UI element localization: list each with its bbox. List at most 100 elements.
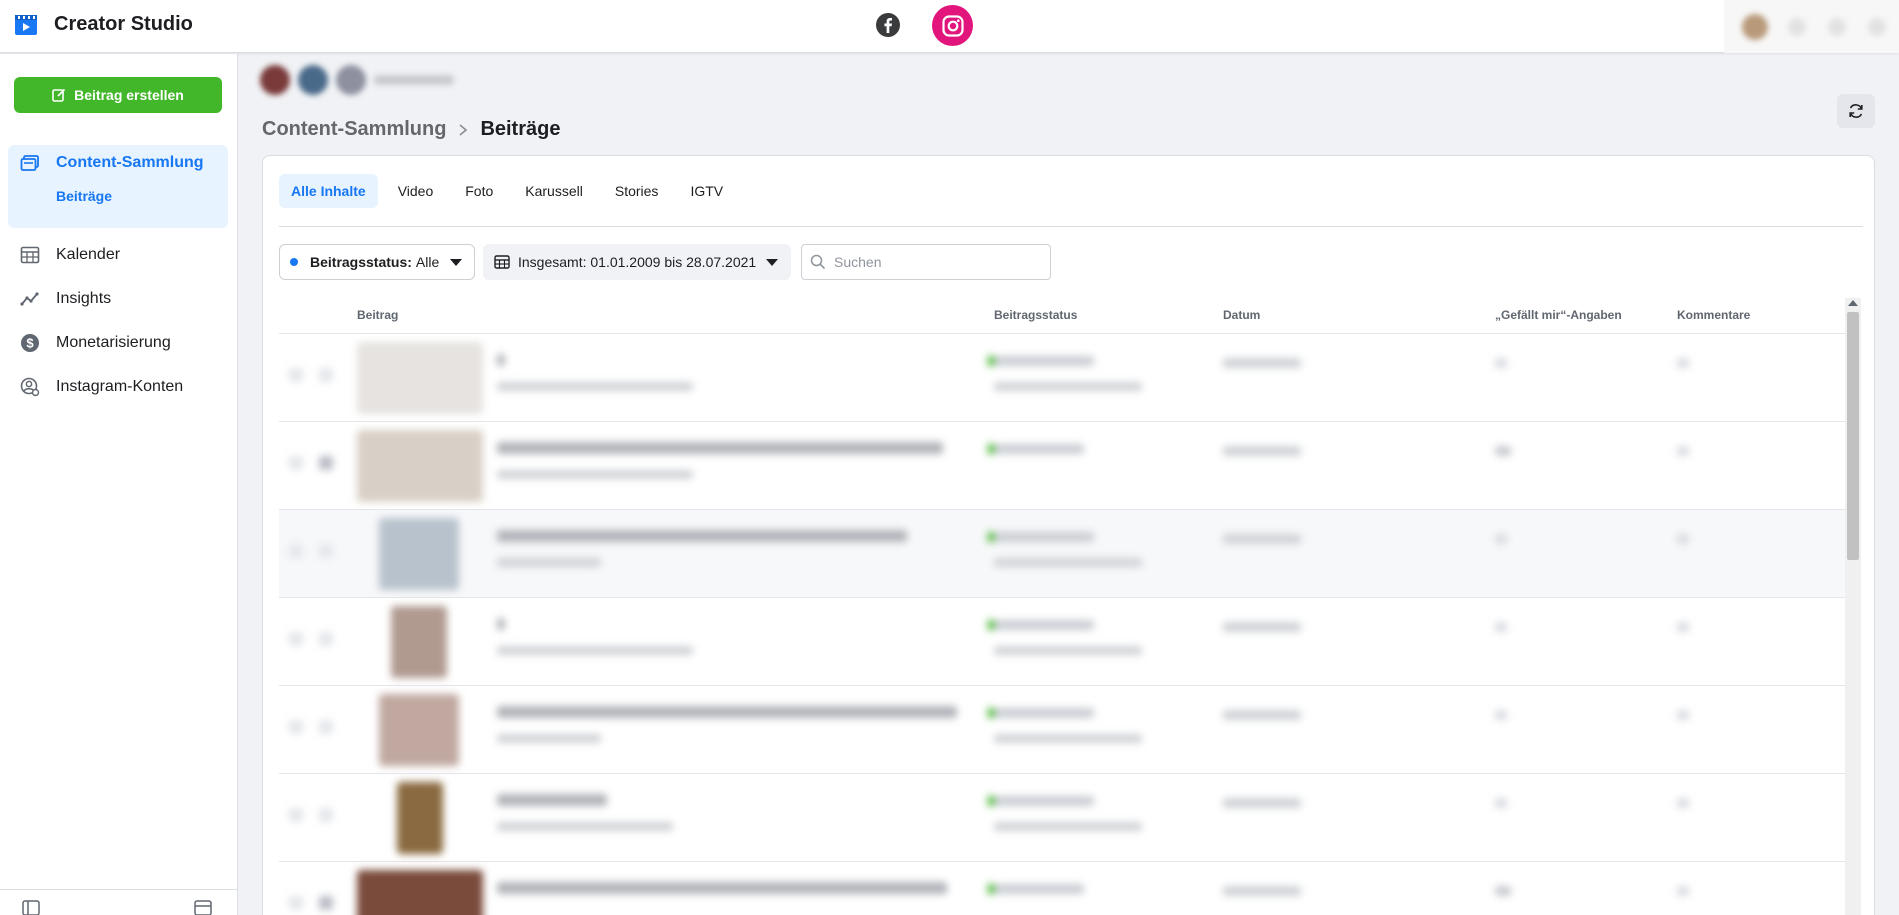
search-field[interactable]: [801, 244, 1051, 280]
row-icon: [319, 720, 333, 734]
scroll-thumb[interactable]: [1847, 312, 1859, 560]
date-placeholder: [1223, 710, 1301, 720]
facebook-icon[interactable]: [875, 12, 901, 38]
sidebar-subitem-posts[interactable]: Beiträge: [56, 188, 112, 204]
tab-stories[interactable]: Stories: [603, 174, 671, 208]
post-caption-placeholder: [497, 618, 505, 630]
status-placeholder: [988, 532, 1094, 542]
top-right-controls: [1724, 0, 1899, 53]
post-status-dropdown[interactable]: Beitragsstatus: Alle: [279, 244, 475, 280]
status-placeholder: [988, 620, 1094, 630]
sidebar-item-insights[interactable]: Insights: [20, 289, 111, 309]
likes-placeholder: [1495, 798, 1507, 808]
sidebar-item-monetization[interactable]: $ Monetarisierung: [20, 333, 171, 353]
account-avatar: [298, 65, 328, 95]
sidebar-item-content-library[interactable]: Content-Sammlung: [20, 153, 204, 173]
collapse-sidebar-icon[interactable]: [22, 900, 40, 915]
sidebar-item-label: Kalender: [56, 246, 121, 263]
status-detail-placeholder: [994, 558, 1142, 567]
tab-igtv[interactable]: IGTV: [678, 174, 735, 208]
column-header-status[interactable]: Beitragsstatus: [994, 308, 1077, 322]
post-thumbnail: [357, 870, 483, 915]
instagram-glyph-icon: [941, 14, 964, 37]
account-settings-icon: [20, 377, 40, 397]
comments-placeholder: [1677, 534, 1689, 544]
row-checkbox[interactable]: [289, 808, 303, 822]
page-title: Beiträge: [480, 118, 561, 140]
post-caption-placeholder: [497, 706, 957, 718]
scroll-up-arrow-icon[interactable]: [1848, 300, 1858, 306]
post-caption-placeholder: [497, 530, 907, 542]
account-selector[interactable]: [260, 64, 454, 96]
divider: [279, 226, 1863, 227]
instagram-icon[interactable]: [932, 5, 973, 46]
row-checkbox[interactable]: [289, 720, 303, 734]
table-row[interactable]: [279, 510, 1849, 598]
date-placeholder: [1223, 622, 1301, 632]
help-icon[interactable]: [1828, 18, 1846, 36]
notifications-icon[interactable]: [1788, 18, 1806, 36]
status-filter-value: Alle: [415, 254, 440, 270]
sidebar-item-label: Instagram-Konten: [56, 378, 184, 395]
layout-icon[interactable]: [194, 900, 212, 915]
likes-placeholder: [1495, 358, 1507, 368]
avatar[interactable]: [1742, 14, 1768, 40]
content-library-icon: [20, 155, 39, 171]
sidebar-item-label: Content-Sammlung: [56, 154, 204, 171]
row-icon: [319, 632, 333, 646]
tab-all-content[interactable]: Alle Inhalte: [279, 174, 378, 208]
post-caption-placeholder: [497, 354, 505, 366]
tab-video[interactable]: Video: [386, 174, 446, 208]
table-row[interactable]: [279, 862, 1849, 915]
search-icon: [810, 254, 826, 270]
content-panel: Alle Inhalte Video Foto Karussell Storie…: [262, 155, 1875, 915]
status-detail-placeholder: [994, 822, 1142, 831]
dollar-icon: $: [21, 334, 39, 352]
brand[interactable]: Creator Studio: [14, 12, 193, 36]
table-row[interactable]: [279, 686, 1849, 774]
column-header-post[interactable]: Beitrag: [357, 308, 398, 322]
date-placeholder: [1223, 886, 1301, 896]
row-checkbox[interactable]: [289, 896, 303, 910]
table-row[interactable]: [279, 598, 1849, 686]
post-thumbnail: [391, 606, 447, 678]
menu-icon[interactable]: [1868, 18, 1886, 36]
status-placeholder: [988, 708, 1094, 718]
account-name: [374, 75, 454, 85]
create-post-button[interactable]: Beitrag erstellen: [14, 77, 222, 113]
post-meta-placeholder: [497, 646, 693, 655]
tab-photo[interactable]: Foto: [453, 174, 505, 208]
column-header-likes[interactable]: „Gefällt mir“-Angaben: [1495, 308, 1622, 322]
sidebar-item-label: Monetarisierung: [56, 334, 171, 351]
row-checkbox[interactable]: [289, 456, 303, 470]
table-header: Beitrag Beitragsstatus Datum „Gefällt mi…: [279, 292, 1849, 334]
date-range-dropdown[interactable]: Insgesamt: 01.01.2009 bis 28.07.2021: [483, 244, 791, 280]
breadcrumb: Content-Sammlung Beiträge: [262, 118, 560, 141]
table-row[interactable]: [279, 422, 1849, 510]
sidebar-item-instagram-accounts[interactable]: Instagram-Konten: [20, 377, 183, 397]
table-row[interactable]: [279, 334, 1849, 422]
refresh-button[interactable]: [1837, 94, 1875, 128]
post-caption-placeholder: [497, 882, 947, 894]
table-row[interactable]: [279, 774, 1849, 862]
comments-placeholder: [1677, 622, 1689, 632]
tab-carousel[interactable]: Karussell: [513, 174, 595, 208]
date-placeholder: [1223, 358, 1301, 368]
row-icon: [319, 896, 333, 910]
sidebar-item-calendar[interactable]: Kalender: [20, 245, 120, 265]
table-scrollbar[interactable]: [1845, 298, 1861, 915]
row-icon: [319, 368, 333, 382]
account-avatar: [336, 65, 366, 95]
status-placeholder: [988, 356, 1094, 366]
status-detail-placeholder: [994, 382, 1142, 391]
column-header-date[interactable]: Datum: [1223, 308, 1260, 322]
column-header-comments[interactable]: Kommentare: [1677, 308, 1750, 322]
status-placeholder: [988, 796, 1094, 806]
breadcrumb-parent[interactable]: Content-Sammlung: [262, 118, 446, 141]
row-checkbox[interactable]: [289, 544, 303, 558]
row-checkbox[interactable]: [289, 632, 303, 646]
sidebar: Beitrag erstellen Content-Sammlung Beitr…: [0, 54, 238, 915]
row-checkbox[interactable]: [289, 368, 303, 382]
row-icon: [319, 456, 333, 470]
search-input[interactable]: [834, 254, 1034, 270]
